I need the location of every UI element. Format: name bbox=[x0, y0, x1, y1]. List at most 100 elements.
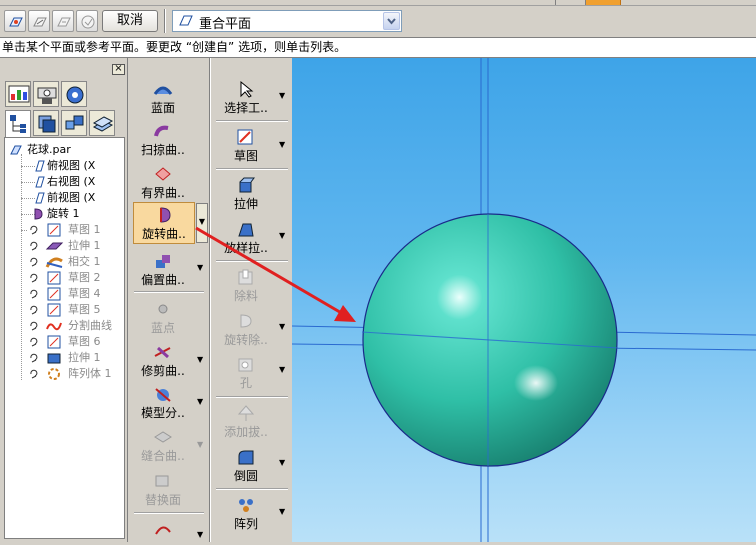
group-separator bbox=[216, 168, 288, 170]
tab-sheets[interactable] bbox=[89, 110, 115, 136]
offset-label: 偏置曲.. bbox=[141, 273, 185, 287]
sketch-icon bbox=[30, 335, 61, 349]
sketch-icon bbox=[30, 287, 61, 301]
select-dropdown-arrow[interactable]: ▼ bbox=[279, 91, 285, 100]
bluesurf-label: 蓝面 bbox=[150, 101, 175, 115]
tree-root-label: 花球.par bbox=[27, 143, 71, 156]
revolve-icon bbox=[34, 208, 43, 220]
loft-label: 放样拉.. bbox=[224, 241, 268, 255]
loft-protrusion-button[interactable]: 放样拉.. bbox=[214, 220, 278, 256]
hole-label: 孔 bbox=[239, 376, 252, 390]
profile-step-icon bbox=[33, 17, 47, 27]
pattern-button[interactable]: 阵列 bbox=[214, 496, 278, 532]
cutout-button: 除料 bbox=[214, 268, 278, 304]
trim-surface-button[interactable]: 修剪曲.. bbox=[132, 343, 194, 379]
model-split-label: 模型分.. bbox=[141, 406, 185, 420]
plane-step-button[interactable] bbox=[4, 10, 26, 32]
library-icon bbox=[8, 85, 30, 103]
parts-icon bbox=[65, 115, 84, 130]
tree-item-label: 右视图 (X bbox=[47, 175, 96, 188]
offset-dropdown-arrow[interactable]: ▼ bbox=[197, 263, 203, 272]
tab-family[interactable] bbox=[33, 81, 59, 107]
sweep-icon bbox=[154, 125, 169, 137]
curve-icon bbox=[155, 526, 171, 535]
group-separator bbox=[216, 488, 288, 490]
split-dropdown-arrow[interactable]: ▼ bbox=[197, 397, 203, 406]
prompt-bar: 单击某个平面或参考平面。要更改 “创建自” 选项，则单击列表。 bbox=[0, 38, 756, 58]
select-tool-button[interactable]: 选择工.. bbox=[214, 80, 278, 116]
hole-button: 孔 bbox=[214, 355, 278, 391]
group-separator bbox=[134, 512, 204, 514]
side-step-button[interactable] bbox=[52, 10, 74, 32]
sketch-icon bbox=[237, 129, 253, 145]
revolve-surface-label: 旋转曲.. bbox=[142, 227, 186, 241]
intersect-icon bbox=[30, 257, 63, 268]
plane-step-icon bbox=[9, 17, 23, 27]
round-label: 倒圆 bbox=[233, 469, 258, 483]
loft-dropdown-arrow[interactable]: ▼ bbox=[279, 231, 285, 240]
finish-step-button[interactable] bbox=[76, 10, 98, 32]
profile-step-button[interactable] bbox=[28, 10, 50, 32]
extrude-label: 拉伸 bbox=[233, 197, 258, 211]
tab-settings[interactable] bbox=[61, 81, 87, 107]
strip-tab-active[interactable] bbox=[585, 0, 621, 5]
pattern-dropdown-arrow[interactable]: ▼ bbox=[279, 507, 285, 516]
side-step-icon bbox=[57, 17, 71, 27]
panel-close-button[interactable]: × bbox=[112, 64, 125, 75]
tree-item-label: 草图 2 bbox=[68, 271, 101, 284]
split-icon bbox=[155, 388, 171, 402]
bluedot-button: 蓝点 bbox=[132, 300, 194, 336]
graphics-viewport[interactable] bbox=[291, 58, 756, 542]
offset-surface-button[interactable]: 偏置曲.. bbox=[132, 252, 194, 288]
tree-item-label: 旋转 1 bbox=[47, 207, 80, 220]
replace-face-label: 替换面 bbox=[144, 493, 181, 507]
cursor-icon bbox=[240, 80, 254, 98]
bluesurf-button[interactable]: 蓝面 bbox=[132, 80, 194, 116]
sweep-label: 扫掠曲.. bbox=[141, 143, 185, 157]
sweep-curve-button[interactable]: 扫掠曲.. bbox=[132, 122, 194, 158]
model-scene bbox=[291, 58, 756, 542]
draft-icon bbox=[237, 405, 255, 421]
cancel-button[interactable]: 取消 bbox=[102, 10, 158, 32]
round-dropdown-arrow[interactable]: ▼ bbox=[279, 458, 285, 467]
sketch-button[interactable]: 草图 bbox=[214, 128, 278, 164]
bluedot-label: 蓝点 bbox=[150, 321, 175, 335]
extrude-button[interactable]: 拉伸 bbox=[214, 176, 278, 212]
stitch-surface-button: 缝合曲.. bbox=[132, 428, 194, 464]
extrude-icon bbox=[30, 241, 64, 251]
finish-step-icon bbox=[81, 15, 95, 29]
pattern-label: 阵列 bbox=[233, 517, 258, 531]
replace-face-icon bbox=[155, 475, 169, 487]
sketch-icon bbox=[30, 303, 61, 317]
round-button[interactable]: 倒圆 bbox=[214, 448, 278, 484]
model-split-button[interactable]: 模型分.. bbox=[132, 385, 194, 421]
tab-feature-library[interactable] bbox=[5, 81, 31, 107]
plane-icon bbox=[35, 176, 45, 188]
plane-select-value: 重合平面 bbox=[199, 17, 252, 32]
tree-item-label: 俯视图 (X bbox=[47, 159, 96, 172]
strip-divider bbox=[555, 0, 556, 5]
revolve-surface-button[interactable]: 旋转曲.. bbox=[133, 202, 195, 244]
plane-option-select[interactable]: 重合平面 bbox=[172, 10, 402, 32]
more-dropdown-arrow[interactable]: ▼ bbox=[197, 530, 203, 539]
hole-dropdown-arrow[interactable]: ▼ bbox=[279, 365, 285, 374]
more-button[interactable] bbox=[132, 520, 194, 542]
tab-feature-pathfinder[interactable] bbox=[5, 110, 31, 138]
sketch-dropdown-arrow[interactable]: ▼ bbox=[279, 140, 285, 149]
cutout-icon bbox=[238, 269, 253, 285]
tree-branch bbox=[21, 230, 27, 231]
tree-icon bbox=[10, 115, 26, 133]
split-curve-icon bbox=[30, 321, 62, 331]
tab-layers[interactable] bbox=[33, 110, 59, 136]
stitch-dropdown-arrow: ▼ bbox=[197, 440, 204, 449]
trim-dropdown-arrow[interactable]: ▼ bbox=[197, 355, 203, 364]
tree-item-label: 前视图 (X bbox=[47, 191, 96, 204]
tab-parts[interactable] bbox=[61, 110, 87, 136]
chevron-down-icon[interactable] bbox=[383, 12, 400, 30]
bounded-surface-button[interactable]: 有界曲.. bbox=[132, 165, 194, 201]
revolve-cut-dropdown-arrow[interactable]: ▼ bbox=[279, 322, 285, 331]
revolve-cut-label: 旋转除.. bbox=[224, 333, 268, 347]
replace-face-button: 替换面 bbox=[132, 472, 194, 508]
revolve-dropdown-arrow[interactable]: ▼ bbox=[196, 203, 208, 243]
feature-tree[interactable]: 花球.par 俯视图 (X 右视图 (X 前视图 (X 旋转 1 草图 1 拉伸… bbox=[4, 137, 125, 539]
